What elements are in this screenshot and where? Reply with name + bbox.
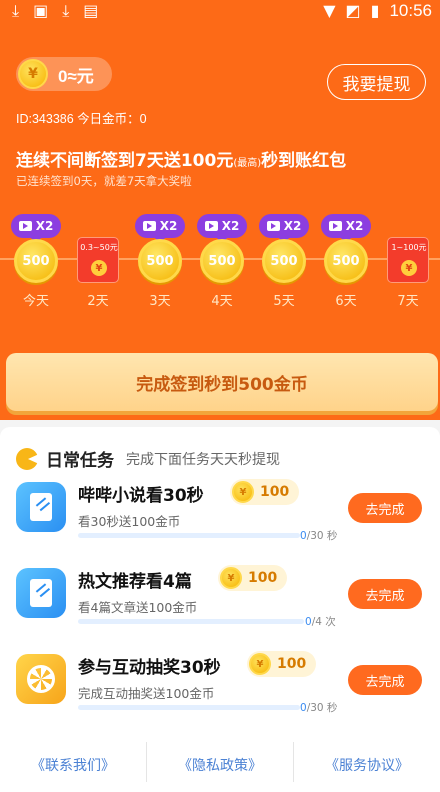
withdraw-button[interactable]: 我要提现 [327, 64, 426, 100]
task-progress-bar [78, 705, 300, 710]
battery-charging-icon: ▮ [370, 1, 380, 20]
day-label: 6天 [335, 294, 357, 309]
balance-pill: ¥ 0≈元 [16, 57, 112, 91]
privacy-policy-link[interactable]: 《隐私政策》 [147, 740, 293, 792]
task-go-button[interactable]: 去完成 [348, 493, 422, 523]
image-icon: ▣ [33, 1, 49, 20]
task-reward: ¥ 100 [247, 651, 317, 677]
task-item: 热文推荐看4篇 ¥ 100 看4篇文章送100金币 0/4 次 去完成 [0, 564, 440, 634]
signin-button[interactable]: 完成签到秒到500金币 [6, 353, 438, 411]
text-icon: ▤ [83, 1, 99, 20]
double-reward-badge: X2 [135, 214, 185, 244]
day-label: 2天 [87, 294, 109, 309]
balance-value: 0≈元 [58, 66, 94, 86]
double-reward-badge: X2 [321, 214, 371, 244]
gold-coin-icon: ¥ [18, 59, 48, 89]
status-time: 10:56 [389, 1, 432, 20]
video-icon [142, 221, 156, 231]
task-go-button[interactable]: 去完成 [348, 579, 422, 609]
user-id-line: ID:343386 今日金币：0 [16, 112, 147, 126]
day-label: 4天 [211, 294, 233, 309]
double-reward-badge: X2 [197, 214, 247, 244]
double-reward-badge: X2 [11, 214, 61, 244]
task-progress-text: 0/4 次 [305, 616, 336, 628]
task-name: 热文推荐看4篇 [78, 572, 192, 592]
daily-tasks-title: 日常任务 [46, 451, 114, 471]
task-item: 哔哔小说看30秒 ¥ 100 看30秒送100金币 0/30 秒 去完成 [0, 478, 440, 548]
task-name: 参与互动抽奖30秒 [78, 658, 221, 678]
service-agreement-link[interactable]: 《服务协议》 [294, 740, 440, 792]
task-description: 看30秒送100金币 [78, 514, 181, 529]
task-description: 完成互动抽奖送100金币 [78, 686, 215, 701]
download-icon: ⤓ [62, 1, 70, 20]
red-packet-icon: 1~100元 ¥ [387, 237, 429, 283]
video-icon [328, 221, 342, 231]
download-icon: ⤓ [12, 1, 20, 20]
lucky-wheel-icon [16, 654, 66, 704]
status-bar: ⤓ ▣ ⤓ ▤ ▼ ◩ ▮ 10:56 [0, 0, 440, 22]
task-progress-bar [78, 533, 300, 538]
task-progress-text: 0/30 秒 [300, 530, 338, 542]
gold-coin-icon: ¥ [220, 567, 242, 589]
daily-tasks-header: 日常任务 完成下面任务天天秒提现 [16, 446, 280, 471]
task-item: 参与互动抽奖30秒 ¥ 100 完成互动抽奖送100金币 0/30 秒 去完成 [0, 650, 440, 720]
signin-day-2[interactable]: 0.3~50元 ¥ 2天 [73, 212, 123, 312]
contact-us-link[interactable]: 《联系我们》 [0, 740, 146, 792]
task-progress-bar [78, 619, 304, 624]
task-reward: ¥ 100 [218, 565, 288, 591]
signin-headline: 连续不间断签到7天送100元(最高)秒到账红包 [16, 151, 347, 171]
gold-coin-icon: ¥ [232, 481, 254, 503]
pacman-icon [16, 447, 39, 470]
task-description: 看4篇文章送100金币 [78, 600, 198, 615]
task-name: 哔哔小说看30秒 [78, 486, 204, 506]
notebook-icon [16, 482, 66, 532]
coin-reward: 500 [138, 239, 182, 283]
signin-day-5[interactable]: X2 500 5天 [259, 212, 309, 312]
coin-reward: 500 [262, 239, 306, 283]
task-reward: ¥ 100 [230, 479, 300, 505]
day-label: 7天 [397, 294, 419, 309]
task-progress-text: 0/30 秒 [300, 702, 338, 714]
signin-day-1[interactable]: X2 500 今天 [11, 212, 61, 312]
signin-day-3[interactable]: X2 500 3天 [135, 212, 185, 312]
notebook-icon [16, 568, 66, 618]
coin-reward: 500 [324, 239, 368, 283]
video-icon [204, 221, 218, 231]
coin-reward: 500 [200, 239, 244, 283]
footer-links: 《联系我们》 《隐私政策》 《服务协议》 [0, 740, 440, 792]
signin-day-4[interactable]: X2 500 4天 [197, 212, 247, 312]
video-icon [18, 221, 32, 231]
red-packet-icon: 0.3~50元 ¥ [77, 237, 119, 283]
signin-subline: 已连续签到0天，就差7天拿大奖啦 [16, 174, 192, 188]
double-reward-badge: X2 [259, 214, 309, 244]
gold-coin-icon: ¥ [249, 653, 271, 675]
signin-day-6[interactable]: X2 500 6天 [321, 212, 371, 312]
day-label: 5天 [273, 294, 295, 309]
wifi-icon: ▼ [323, 1, 336, 20]
signin-day-7[interactable]: 1~100元 ¥ 7天 [383, 212, 433, 312]
daily-tasks-subtitle: 完成下面任务天天秒提现 [126, 451, 280, 468]
day-label: 今天 [22, 294, 49, 309]
coin-reward: 500 [14, 239, 58, 283]
video-icon [266, 221, 280, 231]
day-label: 3天 [149, 294, 171, 309]
task-go-button[interactable]: 去完成 [348, 665, 422, 695]
no-sim-icon: ◩ [345, 1, 361, 20]
